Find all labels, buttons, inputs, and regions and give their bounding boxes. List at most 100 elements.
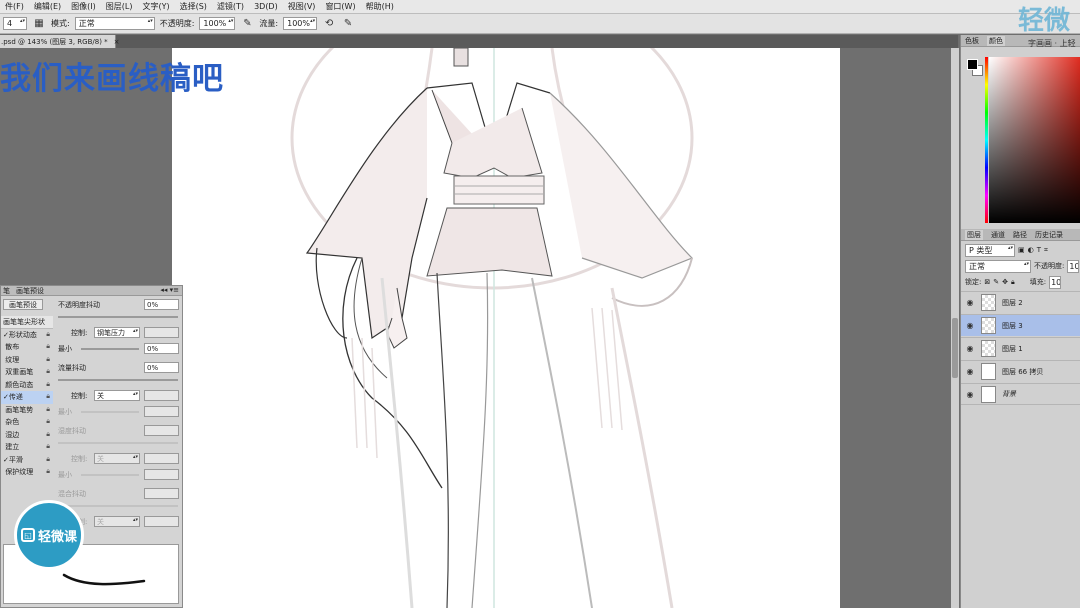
lock-icon[interactable]: 🔒︎ xyxy=(46,392,50,401)
lock-icon[interactable]: 🔒︎ xyxy=(46,467,50,476)
layers-panel-tabs: 图层 通道 路径 历史记录 xyxy=(961,229,1080,241)
tab-history[interactable]: 历史记录 xyxy=(1035,230,1063,240)
visibility-eye-icon[interactable]: ◉ xyxy=(961,321,979,330)
airbrush-icon[interactable]: ⟲ xyxy=(322,17,336,31)
tab-color[interactable]: 颜色 xyxy=(987,35,1005,46)
vertical-scrollbar-thumb[interactable] xyxy=(952,318,958,378)
flow-jitter-input[interactable]: 0% xyxy=(144,362,179,373)
document-tab-close-icon[interactable]: × xyxy=(114,38,120,46)
list-item-wet-edges[interactable]: 湿边 🔒︎ xyxy=(1,429,53,442)
list-item-color-dynamics[interactable]: 颜色动态 🔒︎ xyxy=(1,379,53,392)
lock-icon[interactable]: 🔒︎ xyxy=(46,417,50,426)
foreground-color-swatch[interactable] xyxy=(967,59,978,70)
control-select-4: 关 xyxy=(94,516,140,527)
lock-paint-icon[interactable]: ✎ xyxy=(993,278,999,286)
mode-select[interactable]: 正常 xyxy=(74,17,155,30)
brush-size-picker[interactable]: 4 xyxy=(3,17,27,30)
menu-file[interactable]: 件(F) xyxy=(0,1,29,12)
brush-panel-toggle-icon[interactable]: ▦ xyxy=(32,17,46,31)
layer-row[interactable]: ◉ 图层 1 xyxy=(961,337,1080,359)
tab-layers[interactable]: 图层 xyxy=(965,229,983,240)
lock-icon[interactable]: 🔒︎ xyxy=(46,342,50,351)
tab-brush-presets[interactable]: 画笔预设 xyxy=(16,286,44,296)
min-slider-1[interactable] xyxy=(81,348,139,350)
pressure-opacity-icon[interactable]: ✎ xyxy=(240,17,254,31)
visibility-eye-icon[interactable]: ◉ xyxy=(961,367,979,376)
panel-menu-icon[interactable]: ◂◂ ▾≡ xyxy=(160,286,179,294)
layer-filter-select[interactable]: P 类型 xyxy=(965,243,1015,257)
lock-icon[interactable]: 🔒︎ xyxy=(46,367,50,376)
hue-slider[interactable] xyxy=(985,57,988,223)
pressure-size-icon[interactable]: ✎ xyxy=(341,17,355,31)
list-item-dual-brush[interactable]: 双重画笔 🔒︎ xyxy=(1,366,53,379)
menu-filter[interactable]: 滤镜(T) xyxy=(212,1,249,12)
list-item-tip-shape[interactable]: 画笔笔尖形状 xyxy=(1,316,53,329)
fill-input[interactable]: 100 xyxy=(1049,275,1062,289)
list-item-label: 颜色动态 xyxy=(5,380,34,389)
list-item-transfer[interactable]: ✓ 传递 🔒︎ xyxy=(1,391,53,404)
tab-channels[interactable]: 通道 xyxy=(991,230,1005,240)
layer-row[interactable]: ◉ 图层 2 xyxy=(961,291,1080,313)
menu-view[interactable]: 视图(V) xyxy=(283,1,321,12)
list-item-brush-pose[interactable]: 画笔笔势 🔒︎ xyxy=(1,404,53,417)
menu-help[interactable]: 帮助(H) xyxy=(361,1,399,12)
opacity-jitter-input[interactable]: 0% xyxy=(144,299,179,310)
lock-transparent-icon[interactable]: ⊠ xyxy=(984,278,990,286)
layer-opacity-input[interactable]: 100 xyxy=(1067,259,1080,273)
opacity-input[interactable]: 100% xyxy=(199,17,236,30)
list-item-build-up[interactable]: 建立 🔒︎ xyxy=(1,441,53,454)
list-item-label: 杂色 xyxy=(5,418,20,427)
lock-icon[interactable]: 🔒︎ xyxy=(46,442,50,451)
tab-swatches[interactable]: 色板 xyxy=(965,36,979,46)
lock-icon[interactable]: 🔒︎ xyxy=(46,455,50,464)
visibility-eye-icon[interactable]: ◉ xyxy=(961,390,979,399)
layer-blend-row: 正常 不透明度: 100 xyxy=(961,259,1080,273)
list-item-protect-texture[interactable]: 保护纹理 🔒︎ xyxy=(1,466,53,479)
menu-window[interactable]: 窗口(W) xyxy=(320,1,360,12)
menu-type[interactable]: 文字(Y) xyxy=(137,1,174,12)
color-picker-field[interactable] xyxy=(989,57,1080,223)
layer-row[interactable]: ◉ 背景 xyxy=(961,383,1080,405)
layer-row[interactable]: ◉ 图层 66 拷贝 xyxy=(961,360,1080,382)
tab-paths[interactable]: 路径 xyxy=(1013,230,1027,240)
menu-3d[interactable]: 3D(D) xyxy=(249,2,283,11)
menu-layer[interactable]: 图层(L) xyxy=(101,1,138,12)
menu-image[interactable]: 图像(I) xyxy=(66,1,101,12)
lock-move-icon[interactable]: ✥ xyxy=(1002,278,1008,286)
visibility-eye-icon[interactable]: ◉ xyxy=(961,344,979,353)
list-item-texture[interactable]: 纹理 🔒︎ xyxy=(1,354,53,367)
vertical-scrollbar[interactable] xyxy=(951,48,959,608)
filter-pixel-icon[interactable]: ▣ xyxy=(1018,246,1025,254)
layer-name: 背景 xyxy=(1002,390,1016,398)
lock-icon[interactable]: 🔒︎ xyxy=(46,405,50,414)
layer-row[interactable]: ◉ 图层 3 xyxy=(961,314,1080,336)
list-item-smoothing[interactable]: ✓ 平滑 🔒︎ xyxy=(1,454,53,467)
menu-select[interactable]: 选择(S) xyxy=(175,1,212,12)
canvas[interactable] xyxy=(172,48,840,608)
lock-label: 锁定: xyxy=(965,278,982,286)
layer-filter-row: P 类型 ▣ ◐ T ⌗ xyxy=(961,243,1080,257)
brush-presets-button[interactable]: 画笔预设 xyxy=(3,299,43,310)
flow-jitter-slider[interactable] xyxy=(58,379,178,381)
flow-input[interactable]: 100% xyxy=(283,17,318,30)
blend-mode-select[interactable]: 正常 xyxy=(965,259,1031,273)
control-select-2[interactable]: 关 xyxy=(94,390,140,401)
lock-icon[interactable]: 🔒︎ xyxy=(46,355,50,364)
lock-all-icon[interactable]: 🔒︎ xyxy=(1011,278,1015,287)
filter-adjust-icon[interactable]: ◐ xyxy=(1028,246,1034,254)
tab-brush[interactable]: 笔 xyxy=(3,286,10,296)
visibility-eye-icon[interactable]: ◉ xyxy=(961,298,979,307)
control-select-1[interactable]: 钢笔压力 xyxy=(94,327,140,338)
menu-edit[interactable]: 编辑(E) xyxy=(29,1,66,12)
min-input-1[interactable]: 0% xyxy=(144,343,179,354)
opacity-jitter-slider[interactable] xyxy=(58,316,178,318)
list-item-shape-dynamics[interactable]: ✓ 形状动态 🔒︎ xyxy=(1,329,53,342)
list-item-noise[interactable]: 杂色 🔒︎ xyxy=(1,416,53,429)
lock-icon[interactable]: 🔒︎ xyxy=(46,330,50,339)
filter-type-icon[interactable]: T xyxy=(1037,246,1041,254)
lock-icon[interactable]: 🔒︎ xyxy=(46,380,50,389)
filter-shape-icon[interactable]: ⌗ xyxy=(1044,246,1048,255)
list-item-scattering[interactable]: 散布 🔒︎ xyxy=(1,341,53,354)
document-tab[interactable]: .psd @ 143% (图层 3, RGB/8) * × xyxy=(0,35,120,48)
lock-icon[interactable]: 🔒︎ xyxy=(46,430,50,439)
